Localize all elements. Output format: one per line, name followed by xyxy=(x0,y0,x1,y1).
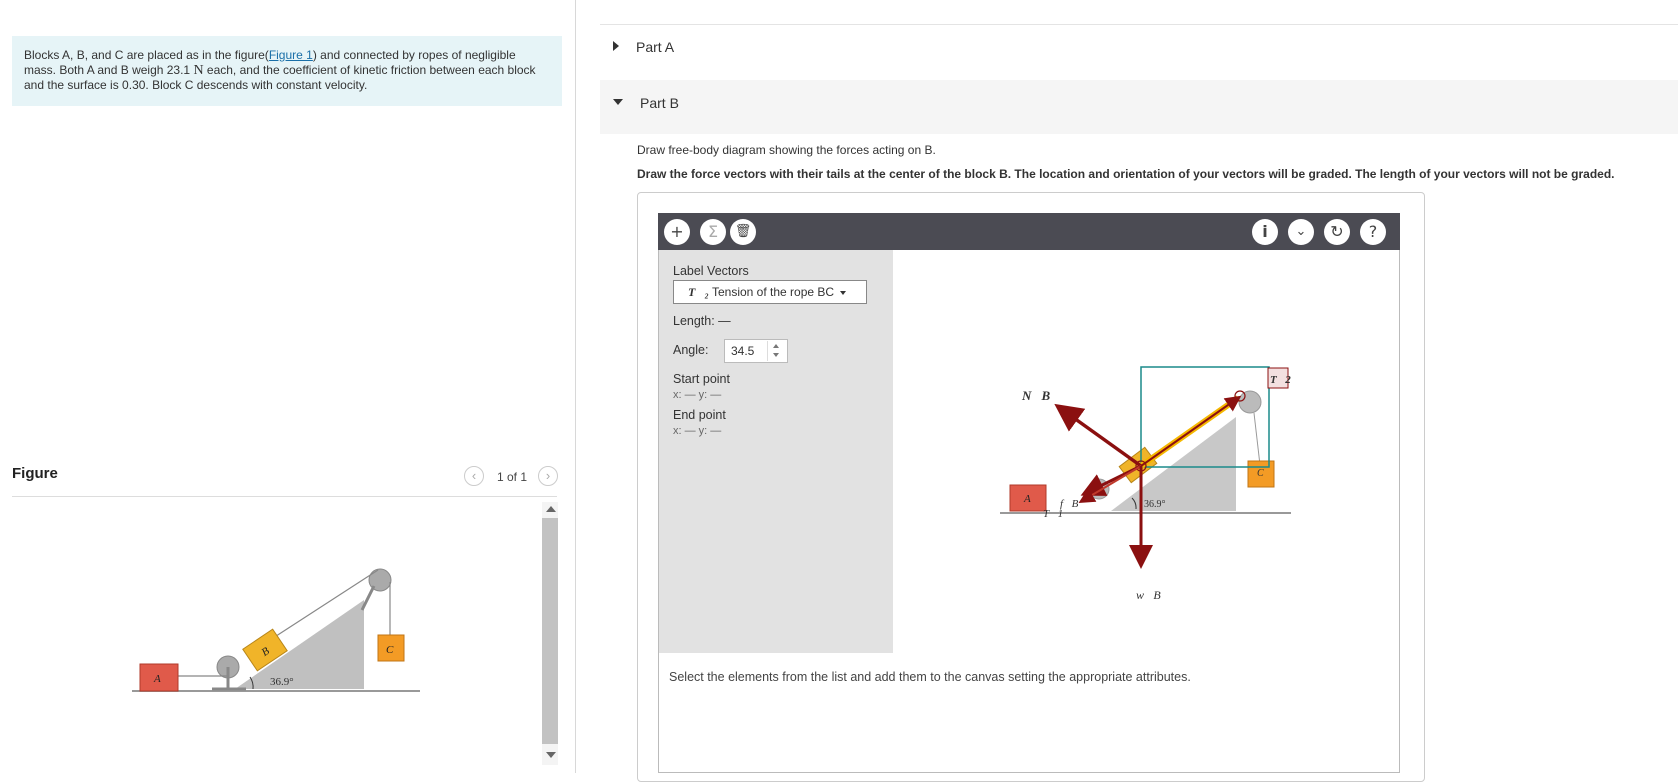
figure-diagram: A B C 36.9° xyxy=(132,568,420,692)
label-n: N⃗B xyxy=(1021,388,1051,403)
label-t1: T⃗1 xyxy=(1043,508,1063,520)
angle-label: Angle: xyxy=(673,343,709,357)
stepper-down-icon[interactable] xyxy=(773,353,779,357)
prev-figure-button[interactable]: ‹ xyxy=(464,466,484,486)
expand-icon xyxy=(613,41,619,51)
end-point-value: x: — y: — xyxy=(673,425,722,437)
part-a-header[interactable]: Part A xyxy=(600,24,1678,69)
part-b-header[interactable]: Part B xyxy=(600,80,1678,134)
next-figure-button[interactable]: › xyxy=(538,466,558,486)
canvas-block-a-label: A xyxy=(1023,493,1031,505)
vector-properties-panel: Label Vectors T⃗₂ Tension of the rope BC… xyxy=(659,250,893,653)
end-point-label: End point xyxy=(673,408,726,422)
stepper-up-icon[interactable] xyxy=(773,344,779,348)
scroll-up-arrow[interactable] xyxy=(546,506,556,512)
unit: N xyxy=(193,63,204,78)
add-vector-button[interactable]: + xyxy=(664,219,690,245)
left-pane: Blocks A, B, and C are placed as in the … xyxy=(0,0,575,773)
drawing-toolbar: + Σ 🗑 i ⌄ ↻ ? xyxy=(658,213,1400,250)
figure-page-count: 1 of 1 xyxy=(497,470,528,484)
label-vectors-heading: Label Vectors xyxy=(673,264,749,278)
angle-value: 34.5 xyxy=(731,344,755,358)
angle-input[interactable]: 34.5 xyxy=(724,339,788,363)
figure-title: Figure xyxy=(12,465,58,482)
normal-vector xyxy=(1054,403,1143,468)
canvas-pulley-top xyxy=(1238,390,1262,414)
canvas-block-c-label: C xyxy=(1257,468,1264,479)
label-w-outside: w⃗B xyxy=(1136,588,1161,602)
reset-button[interactable]: ↻ xyxy=(1324,219,1350,245)
figure-divider xyxy=(12,496,557,497)
selected-vector-label: Tension of the rope BC xyxy=(711,285,835,299)
instruction-line-2: Draw the force vectors with their tails … xyxy=(637,167,1615,181)
scroll-down-arrow[interactable] xyxy=(546,752,556,758)
length-label: Length: — xyxy=(673,314,731,328)
angle-label: 36.9° xyxy=(270,676,294,688)
vector-symbol: T⃗₂ xyxy=(688,285,709,299)
canvas-angle-label: 36.9° xyxy=(1144,499,1166,510)
angle-stepper[interactable] xyxy=(767,341,786,361)
block-a-label: A xyxy=(153,673,161,685)
help-button[interactable]: ? xyxy=(1360,219,1386,245)
problem-statement: Blocks A, B, and C are placed as in the … xyxy=(12,36,562,106)
part-b-label: Part B xyxy=(640,95,679,111)
part-a-label: Part A xyxy=(636,39,675,55)
problem-text-1: Blocks A, B, and C are placed as in the … xyxy=(24,48,269,62)
label-t2: T⃗2 xyxy=(1270,374,1291,386)
sigma-button[interactable]: Σ xyxy=(700,219,726,245)
pane-divider[interactable] xyxy=(575,0,576,773)
collapse-icon xyxy=(613,99,623,105)
info-button[interactable]: i xyxy=(1252,219,1278,245)
figure-scrollbar-thumb[interactable] xyxy=(542,518,558,744)
instruction-line-1: Draw free-body diagram showing the force… xyxy=(637,143,936,157)
start-point-value: x: — y: — xyxy=(673,389,722,401)
start-point-label: Start point xyxy=(673,372,730,386)
trash-button[interactable]: 🗑 xyxy=(730,219,756,245)
more-button[interactable]: ⌄ xyxy=(1288,219,1314,245)
canvas-hint: Select the elements from the list and ad… xyxy=(669,670,1191,684)
block-c-label: C xyxy=(386,644,394,656)
figure-link[interactable]: Figure 1 xyxy=(269,48,313,62)
drawing-canvas[interactable]: A C 36.9° N⃗B f⃗B T⃗1 T⃗2 w⃗B xyxy=(996,333,1296,575)
vector-label-select[interactable]: T⃗₂ Tension of the rope BC xyxy=(673,280,867,304)
caret-icon xyxy=(840,290,847,295)
